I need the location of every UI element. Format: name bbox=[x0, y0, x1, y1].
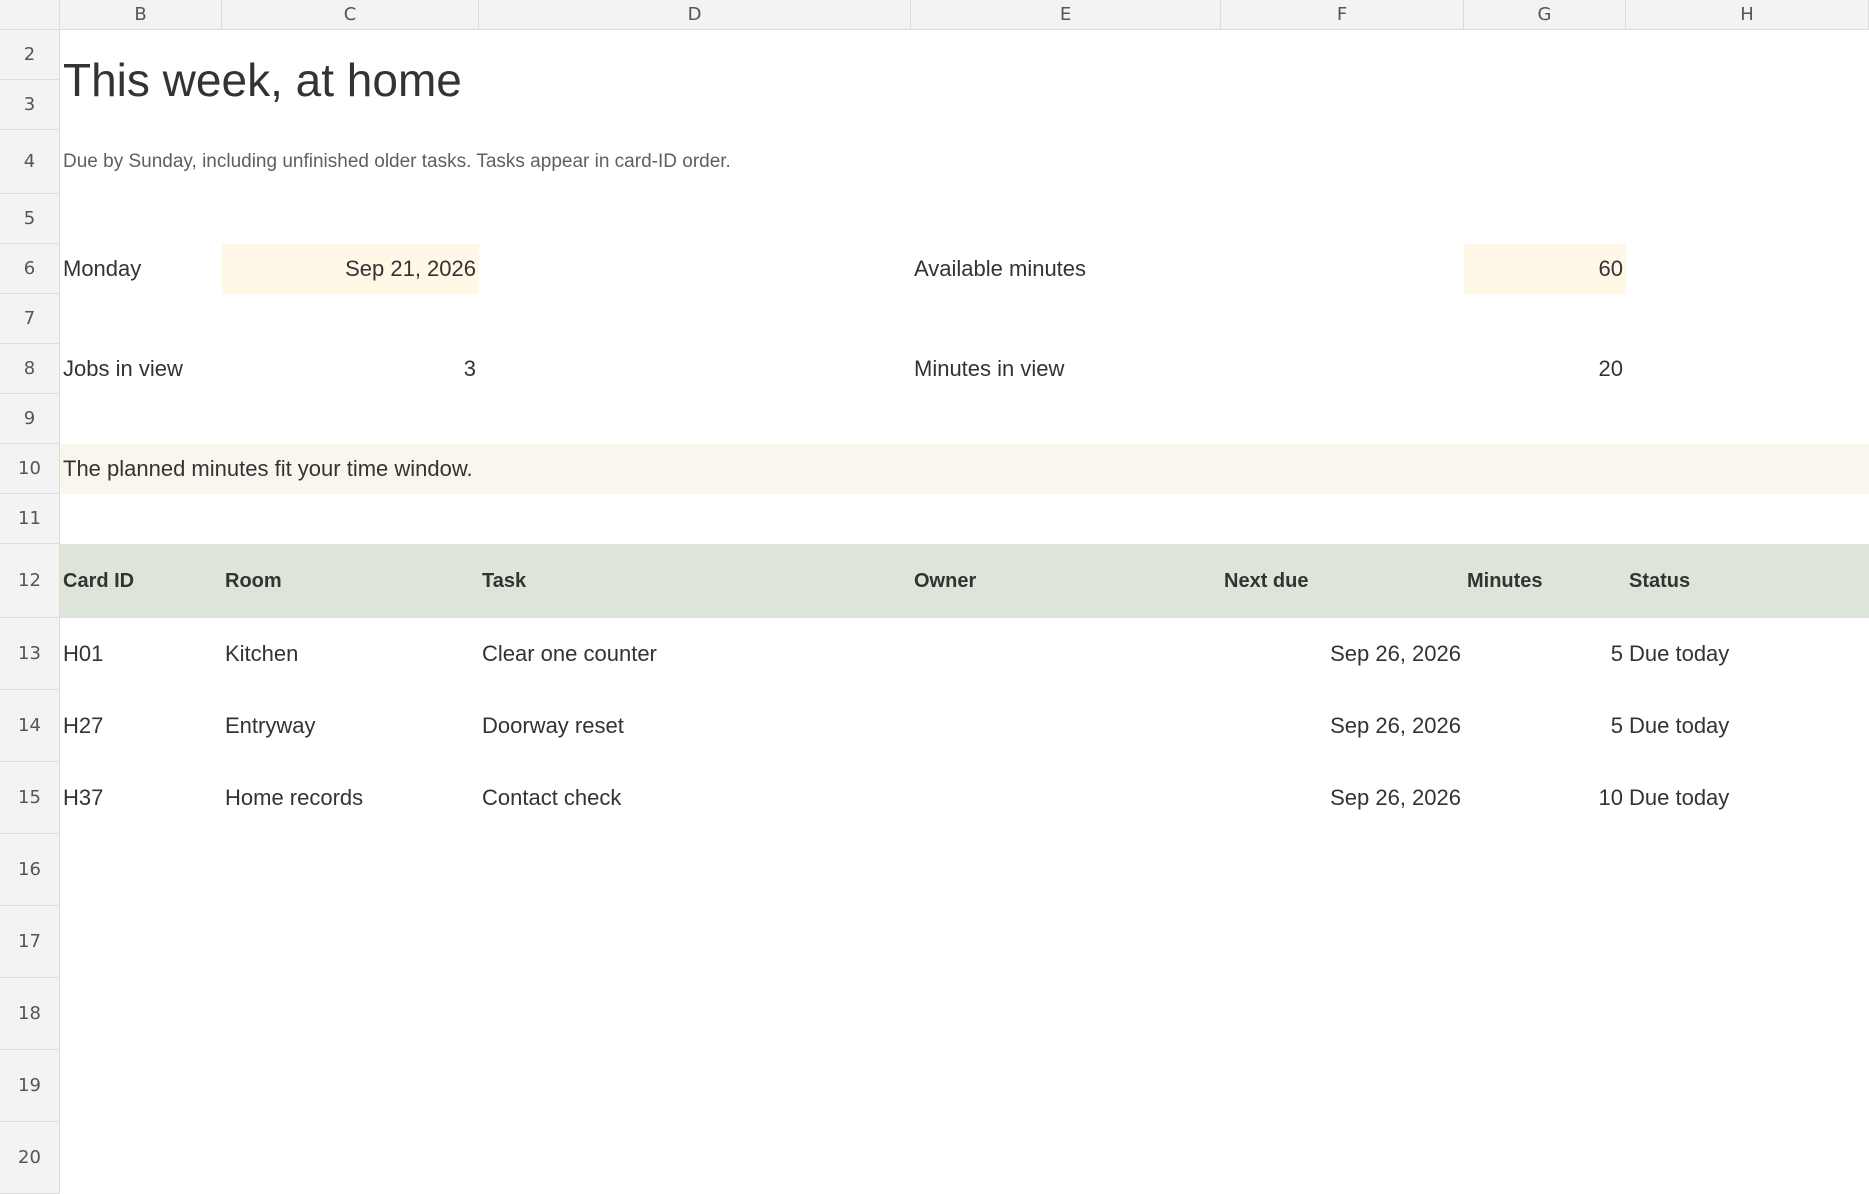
available-minutes-input[interactable]: 60 bbox=[1464, 244, 1626, 294]
header-task: Task bbox=[482, 569, 527, 592]
room-cell: Kitchen bbox=[225, 641, 299, 666]
row-header-12[interactable]: 12 bbox=[0, 544, 60, 618]
select-all-corner[interactable] bbox=[0, 0, 60, 30]
page-subtitle: Due by Sunday, including unfinished olde… bbox=[63, 151, 731, 172]
monday-label: Monday bbox=[63, 256, 142, 281]
header-next-due: Next due bbox=[1224, 569, 1309, 592]
row-header-5[interactable]: 5 bbox=[0, 194, 60, 244]
row-header-2[interactable]: 2 bbox=[0, 30, 60, 80]
task-cell: Clear one counter bbox=[482, 641, 657, 666]
header-minutes: Minutes bbox=[1467, 569, 1543, 592]
row-header-9[interactable]: 9 bbox=[0, 394, 60, 444]
column-header-b[interactable]: B bbox=[60, 0, 222, 30]
row-header-4[interactable]: 4 bbox=[0, 130, 60, 194]
minutes-cell: 5 bbox=[1610, 713, 1623, 738]
room-cell: Entryway bbox=[225, 713, 316, 738]
row-header-8[interactable]: 8 bbox=[0, 344, 60, 394]
owner-cell bbox=[911, 690, 1221, 762]
row-header-7[interactable]: 7 bbox=[0, 294, 60, 344]
next-due-cell: Sep 26, 2026 bbox=[1330, 641, 1461, 666]
row-header-17[interactable]: 17 bbox=[0, 906, 60, 978]
next-due-cell: Sep 26, 2026 bbox=[1330, 713, 1461, 738]
column-header-d[interactable]: D bbox=[479, 0, 911, 30]
card-id-cell: H01 bbox=[63, 641, 104, 666]
jobs-in-view-value: 3 bbox=[463, 356, 476, 381]
header-card-id: Card ID bbox=[63, 569, 135, 592]
row-header-18[interactable]: 18 bbox=[0, 978, 60, 1050]
jobs-in-view-label: Jobs in view bbox=[63, 356, 183, 381]
status-cell: Due today bbox=[1629, 641, 1730, 666]
room-cell: Home records bbox=[225, 785, 364, 810]
available-minutes-label: Available minutes bbox=[914, 256, 1087, 281]
row-header-20[interactable]: 20 bbox=[0, 1122, 60, 1194]
card-id-cell: H37 bbox=[63, 785, 104, 810]
task-cell: Contact check bbox=[482, 785, 622, 810]
table-row: H37 Home records Contact check Sep 26, 2… bbox=[60, 762, 1869, 834]
column-header-e[interactable]: E bbox=[911, 0, 1221, 30]
owner-cell bbox=[911, 618, 1221, 690]
row-header-11[interactable]: 11 bbox=[0, 494, 60, 544]
minutes-cell: 5 bbox=[1610, 641, 1623, 666]
minutes-in-view-value: 20 bbox=[1598, 356, 1623, 381]
row-header-14[interactable]: 14 bbox=[0, 690, 60, 762]
row-header-16[interactable]: 16 bbox=[0, 834, 60, 906]
page-title: This week, at home bbox=[63, 54, 462, 106]
task-cell: Doorway reset bbox=[482, 713, 624, 738]
row-header-19[interactable]: 19 bbox=[0, 1050, 60, 1122]
column-header-c[interactable]: C bbox=[222, 0, 479, 30]
status-cell: Due today bbox=[1629, 713, 1730, 738]
owner-cell bbox=[911, 762, 1221, 834]
minutes-cell: 10 bbox=[1598, 785, 1623, 810]
column-header-h[interactable]: H bbox=[1626, 0, 1869, 30]
table-row: H01 Kitchen Clear one counter Sep 26, 20… bbox=[60, 618, 1869, 690]
row-header-10[interactable]: 10 bbox=[0, 444, 60, 494]
status-cell: Due today bbox=[1629, 785, 1730, 810]
row-header-3[interactable]: 3 bbox=[0, 80, 60, 130]
table-row: H27 Entryway Doorway reset Sep 26, 2026 … bbox=[60, 690, 1869, 762]
row-header-6[interactable]: 6 bbox=[0, 244, 60, 294]
header-room: Room bbox=[225, 569, 282, 592]
card-id-cell: H27 bbox=[63, 713, 104, 738]
minutes-in-view-label: Minutes in view bbox=[914, 356, 1065, 381]
header-owner: Owner bbox=[914, 569, 977, 592]
row-header-13[interactable]: 13 bbox=[0, 618, 60, 690]
monday-date-input[interactable]: Sep 21, 2026 bbox=[222, 244, 479, 294]
column-header-g[interactable]: G bbox=[1464, 0, 1626, 30]
row-header-15[interactable]: 15 bbox=[0, 762, 60, 834]
fit-message: The planned minutes fit your time window… bbox=[63, 456, 473, 481]
next-due-cell: Sep 26, 2026 bbox=[1330, 785, 1461, 810]
column-header-f[interactable]: F bbox=[1221, 0, 1464, 30]
header-status: Status bbox=[1629, 569, 1691, 592]
